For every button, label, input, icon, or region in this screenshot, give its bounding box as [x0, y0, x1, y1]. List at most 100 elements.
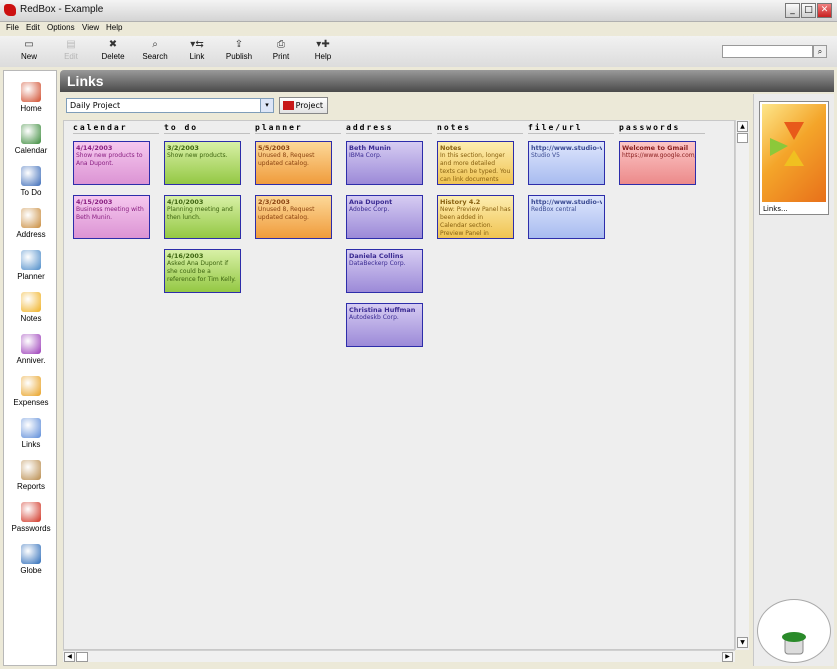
scroll-down-arrow-icon[interactable]: ▼ — [737, 637, 748, 648]
preview-label: Links... — [763, 205, 788, 213]
vertical-scrollbar[interactable]: ▲ ▼ — [735, 120, 749, 650]
note-card[interactable]: 4/10/2003 Planning meeting and then lunch… — [164, 195, 241, 239]
toolbar-label: Link — [189, 52, 205, 61]
sidebar-item-passwords[interactable]: Passwords — [4, 497, 58, 539]
note-card[interactable]: http://www.studio-v...Studio V5 — [528, 141, 605, 185]
maximize-button[interactable]: □ — [801, 3, 816, 18]
delete-button[interactable]: ✖ Delete — [92, 38, 134, 61]
note-card[interactable]: History 4.2 New: Preview Panel has been a… — [437, 195, 514, 239]
sidebar-item-anniver[interactable]: Anniver. — [4, 329, 58, 371]
card-title: 4/16/2003 — [167, 252, 204, 260]
card-body: IBMa Corp. — [349, 152, 382, 159]
card-title: 3/2/2003 — [167, 144, 199, 152]
print-button[interactable]: ⎙ Print — [260, 38, 302, 61]
menu-view[interactable]: View — [82, 23, 99, 32]
column-header-address: address — [346, 123, 432, 134]
card-title: Daniela Collins — [349, 252, 404, 260]
menu-file[interactable]: File — [6, 23, 19, 32]
edit-button[interactable]: ▤ Edit — [50, 38, 92, 61]
toolbar-label: Print — [272, 52, 290, 61]
card-body: Show new products to Ana Dupont. — [76, 152, 143, 167]
sidebar-item-todo[interactable]: To Do — [4, 161, 58, 203]
horizontal-scroll-thumb[interactable] — [76, 652, 88, 662]
chevron-down-icon[interactable]: ▾ — [260, 99, 273, 112]
sidebar-item-globe[interactable]: Globe — [4, 539, 58, 581]
search-button[interactable]: ⌕ Search — [134, 38, 176, 61]
sidebar-item-home[interactable]: Home — [4, 77, 58, 119]
note-card[interactable]: Beth Munin IBMa Corp. — [346, 141, 423, 185]
scroll-left-arrow-icon[interactable]: ◀ — [64, 652, 75, 662]
card-title: History 4.2 — [440, 198, 481, 206]
delete-icon: ✖ — [108, 39, 118, 50]
horizontal-scrollbar[interactable]: ◀ ▶ — [63, 650, 735, 662]
publish-button[interactable]: ⇪ Publish — [218, 38, 260, 61]
note-card[interactable]: Ana Dupont Adobec Corp. — [346, 195, 423, 239]
card-title: Notes — [440, 144, 462, 152]
sidebar-item-reports[interactable]: Reports — [4, 455, 58, 497]
search-icon: ⌕ — [152, 39, 158, 50]
toolbar-label: Edit — [64, 52, 78, 61]
vertical-scroll-thumb[interactable] — [737, 133, 748, 143]
globe-icon — [21, 544, 41, 564]
sidebar-item-label: Expenses — [13, 398, 49, 407]
sidebar-item-label: Calendar — [14, 146, 48, 155]
sidebar-item-label: Anniver. — [16, 356, 46, 365]
note-card[interactable]: Daniela Collins DataBeckerp Corp. — [346, 249, 423, 293]
card-title: 2/3/2003 — [258, 198, 290, 206]
window-title: RedBox - Example — [20, 4, 104, 15]
note-card[interactable]: 2/3/2003 Unused 8, Request updated catalo… — [255, 195, 332, 239]
note-card[interactable]: http://www.studio-v...RedBox central — [528, 195, 605, 239]
new-icon: ▭ — [24, 39, 34, 50]
toolbar-label: Publish — [225, 52, 253, 61]
column-header-calendar: calendar — [73, 123, 159, 134]
card-title: http://www.studio-v... — [531, 144, 602, 152]
sidebar-item-planner[interactable]: Planner — [4, 245, 58, 287]
note-card[interactable]: 5/5/2003 Unused 8, Request updated catalo… — [255, 141, 332, 185]
card-title: 4/14/2003 — [76, 144, 113, 152]
search-input[interactable] — [722, 45, 813, 58]
card-body: Autodeskb Corp. — [349, 314, 399, 321]
sidebar-item-links[interactable]: Links — [4, 413, 58, 455]
minimize-button[interactable]: _ — [785, 3, 800, 18]
toolbar-label: New — [20, 52, 37, 61]
note-card[interactable]: 3/2/2003 Show new products. — [164, 141, 241, 185]
card-title: Ana Dupont — [349, 198, 393, 206]
toolbar-label: Delete — [101, 52, 125, 61]
preview-panel: Links... — [753, 94, 834, 666]
help-button[interactable]: ▾✚ Help — [302, 38, 344, 61]
search-button-icon[interactable]: ⌕ — [813, 45, 827, 58]
project-button[interactable]: Project — [279, 97, 328, 114]
calendar-icon — [21, 124, 41, 144]
sidebar-item-notes[interactable]: Notes — [4, 287, 58, 329]
scroll-right-arrow-icon[interactable]: ▶ — [722, 652, 733, 662]
note-card[interactable]: 4/16/2003 Asked Ana Dupont if she could b… — [164, 249, 241, 293]
card-body: Adobec Corp. — [349, 206, 390, 213]
project-select[interactable]: Daily Project ▾ — [66, 98, 274, 113]
menu-edit[interactable]: Edit — [26, 23, 40, 32]
note-card[interactable]: 4/14/2003 Show new products to Ana Dupont… — [73, 141, 150, 185]
note-card[interactable]: 4/15/2003 Business meeting with Beth Muni… — [73, 195, 150, 239]
link-button[interactable]: ▾⇆ Link — [176, 38, 218, 61]
close-button[interactable]: ✕ — [817, 3, 832, 18]
note-card[interactable]: Christina Huffman Autodeskb Corp. — [346, 303, 423, 347]
sidebar-item-address[interactable]: Address — [4, 203, 58, 245]
links-preview-image — [762, 104, 826, 202]
plant-globe-icon — [757, 599, 831, 663]
anniversary-icon — [21, 334, 41, 354]
menu-options[interactable]: Options — [47, 23, 75, 32]
card-title: Beth Munin — [349, 144, 391, 152]
menu-help[interactable]: Help — [106, 23, 122, 32]
new-button[interactable]: ▭ New — [8, 38, 50, 61]
note-card[interactable]: Notes In this section, longer and more de… — [437, 141, 514, 185]
sidebar-item-expenses[interactable]: Expenses — [4, 371, 58, 413]
note-card[interactable]: Welcome to Gmail https://www.google.com/a — [619, 141, 696, 185]
card-body: Unused 8, Request updated catalog. — [258, 206, 315, 221]
scroll-up-arrow-icon[interactable]: ▲ — [737, 121, 748, 132]
card-title: 5/5/2003 — [258, 144, 290, 152]
column-header-todo: to do — [164, 123, 250, 134]
home-icon — [21, 82, 41, 102]
preview-thumbnail[interactable]: Links... — [759, 101, 829, 215]
planner-icon — [21, 250, 41, 270]
sidebar-item-label: Notes — [20, 314, 42, 323]
sidebar-item-calendar[interactable]: Calendar — [4, 119, 58, 161]
